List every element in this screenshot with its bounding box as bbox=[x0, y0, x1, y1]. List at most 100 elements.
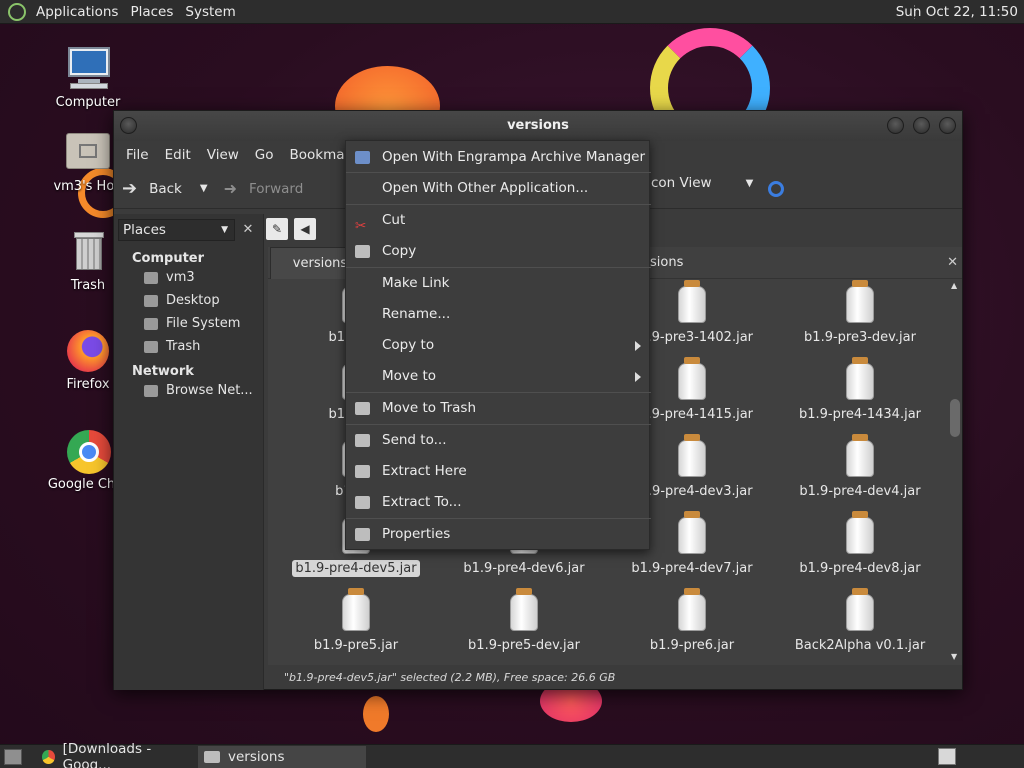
view-mode-label: con View bbox=[651, 175, 712, 191]
file-name: b1.9-pre4-dev7.jar bbox=[631, 561, 753, 576]
back-history-dropdown-icon[interactable]: ▼ bbox=[200, 183, 208, 194]
home-icon bbox=[144, 271, 158, 284]
sidebar-item-file-system[interactable]: File System bbox=[114, 312, 263, 335]
search-icon[interactable] bbox=[768, 181, 784, 197]
chrome-icon bbox=[64, 427, 112, 475]
jar-file-icon bbox=[677, 357, 707, 401]
menu-edit[interactable]: Edit bbox=[157, 147, 199, 163]
context-menu-item[interactable]: Move to Trash bbox=[346, 394, 651, 423]
context-menu-item[interactable]: Open With Engrampa Archive Manager bbox=[346, 143, 651, 172]
view-mode-selector[interactable]: con View ▼ bbox=[651, 175, 753, 191]
task-downloads-chrome[interactable]: [Downloads - Goog... bbox=[36, 741, 196, 768]
context-menu-item[interactable]: Move to bbox=[346, 362, 651, 391]
properties-icon bbox=[355, 528, 370, 541]
file-item[interactable]: b1.9-pre5-dev.jar bbox=[449, 588, 599, 653]
menu-view[interactable]: View bbox=[199, 147, 247, 163]
wallpaper-orange-drop bbox=[363, 696, 389, 732]
context-menu: Open With Engrampa Archive Manager Open W… bbox=[345, 140, 651, 550]
sidebar-selector-label: Places bbox=[123, 222, 166, 238]
file-item[interactable]: b1.9-pre4-1434.jar bbox=[785, 357, 935, 422]
sidebar-item-browse-network[interactable]: Browse Net... bbox=[114, 379, 263, 402]
window-titlebar[interactable]: versions bbox=[114, 111, 962, 141]
context-menu-item[interactable]: Open With Other Application... bbox=[346, 174, 651, 203]
context-menu-item[interactable]: Properties bbox=[346, 520, 651, 549]
mate-logo-icon[interactable] bbox=[8, 2, 26, 21]
sidebar-close-icon[interactable]: ✕ bbox=[237, 219, 259, 241]
window-menu-button[interactable] bbox=[120, 117, 137, 134]
context-menu-item[interactable]: ✂ Cut bbox=[346, 206, 651, 235]
menu-file[interactable]: File bbox=[118, 147, 157, 163]
back-button[interactable]: ➔ Back ▼ bbox=[122, 178, 208, 199]
sidebar-item-desktop[interactable]: Desktop bbox=[114, 289, 263, 312]
file-name: b1.9-pre4-dev6.jar bbox=[463, 561, 585, 576]
tab-versions-2[interactable]: sions bbox=[650, 247, 683, 279]
edit-location-icon[interactable]: ✎ bbox=[266, 218, 288, 240]
clock[interactable]: Sun Oct 22, 11:50 bbox=[896, 0, 1018, 24]
context-menu-item[interactable]: Copy bbox=[346, 237, 651, 266]
context-menu-label: Extract To... bbox=[382, 494, 462, 510]
close-tab-icon[interactable]: ✕ bbox=[947, 247, 958, 279]
home-folder-icon bbox=[64, 129, 112, 177]
scroll-thumb[interactable] bbox=[950, 399, 960, 437]
desktop-icon-label: Firefox bbox=[66, 377, 110, 392]
task-versions[interactable]: versions bbox=[198, 745, 366, 768]
send-icon bbox=[355, 434, 370, 447]
scroll-down-icon[interactable]: ▼ bbox=[951, 652, 957, 661]
archive-manager-icon bbox=[355, 151, 370, 164]
file-item[interactable]: b1.9-pre5.jar bbox=[281, 588, 431, 653]
sidebar-item-vm3[interactable]: vm3 bbox=[114, 266, 263, 289]
context-menu-label: Extract Here bbox=[382, 463, 467, 479]
menu-applications[interactable]: Applications bbox=[30, 0, 124, 24]
sidebar-item-trash[interactable]: Trash bbox=[114, 335, 263, 358]
network-icon bbox=[144, 384, 158, 397]
sidebar: Places ▼ ✕ Computer vm3 Desktop File Sys… bbox=[114, 214, 264, 690]
sidebar-pane-selector[interactable]: Places ▼ bbox=[118, 219, 235, 241]
menu-separator bbox=[346, 392, 651, 393]
file-item[interactable]: b1.9-pre6.jar bbox=[617, 588, 767, 653]
menu-bookmarks[interactable]: Bookma bbox=[282, 147, 353, 163]
scroll-up-icon[interactable]: ▲ bbox=[951, 281, 957, 290]
sidebar-group-network: Network bbox=[132, 364, 194, 379]
context-menu-item[interactable]: Make Link bbox=[346, 269, 651, 298]
minimize-button[interactable] bbox=[887, 117, 904, 134]
desktop-icon-computer[interactable]: Computer bbox=[40, 45, 136, 110]
show-desktop-icon[interactable] bbox=[4, 748, 22, 765]
folder-icon bbox=[204, 750, 220, 763]
chevron-down-icon: ▼ bbox=[221, 225, 228, 235]
trash-icon bbox=[64, 228, 112, 276]
menu-system[interactable]: System bbox=[179, 0, 241, 24]
computer-icon bbox=[64, 45, 112, 93]
file-item[interactable]: b1.9-pre4-dev4.jar bbox=[785, 434, 935, 499]
copy-icon bbox=[355, 245, 370, 258]
close-button[interactable] bbox=[939, 117, 956, 134]
maximize-button[interactable] bbox=[913, 117, 930, 134]
file-item[interactable]: b1.9-pre3-dev.jar bbox=[785, 280, 935, 345]
context-menu-label: Cut bbox=[382, 212, 406, 228]
jar-file-icon bbox=[677, 280, 707, 324]
status-bar: "b1.9-pre4-dev5.jar" selected (2.2 MB), … bbox=[268, 667, 962, 689]
sidebar-header: Places ▼ ✕ bbox=[118, 217, 259, 243]
file-item[interactable]: Back2Alpha v0.1.jar bbox=[785, 588, 935, 653]
jar-file-icon bbox=[341, 588, 371, 632]
file-item[interactable]: b1.9-pre4-dev8.jar bbox=[785, 511, 935, 576]
jar-file-icon bbox=[845, 511, 875, 555]
context-menu-item[interactable]: Extract To... bbox=[346, 488, 651, 517]
file-name: Back2Alpha v0.1.jar bbox=[794, 638, 926, 653]
vertical-scrollbar[interactable]: ▲ ▼ bbox=[950, 281, 960, 661]
jar-file-icon bbox=[845, 280, 875, 324]
forward-button[interactable]: ➜ Forward bbox=[224, 179, 304, 198]
task-label: [Downloads - Goog... bbox=[62, 740, 152, 768]
workspace-switcher[interactable] bbox=[938, 748, 956, 765]
sidebar-item-label: Desktop bbox=[166, 293, 220, 308]
submenu-arrow-icon bbox=[635, 341, 641, 351]
context-menu-item[interactable]: Extract Here bbox=[346, 457, 651, 486]
menu-go[interactable]: Go bbox=[247, 147, 282, 163]
context-menu-item[interactable]: Copy to bbox=[346, 331, 651, 360]
context-menu-item[interactable]: Rename... bbox=[346, 300, 651, 329]
firefox-icon bbox=[64, 327, 112, 375]
context-menu-label: Send to... bbox=[382, 432, 447, 448]
context-menu-item[interactable]: Send to... bbox=[346, 426, 651, 455]
menu-places[interactable]: Places bbox=[124, 0, 179, 24]
sidebar-item-label: File System bbox=[166, 316, 241, 331]
path-left-icon[interactable]: ◀ bbox=[294, 218, 316, 240]
